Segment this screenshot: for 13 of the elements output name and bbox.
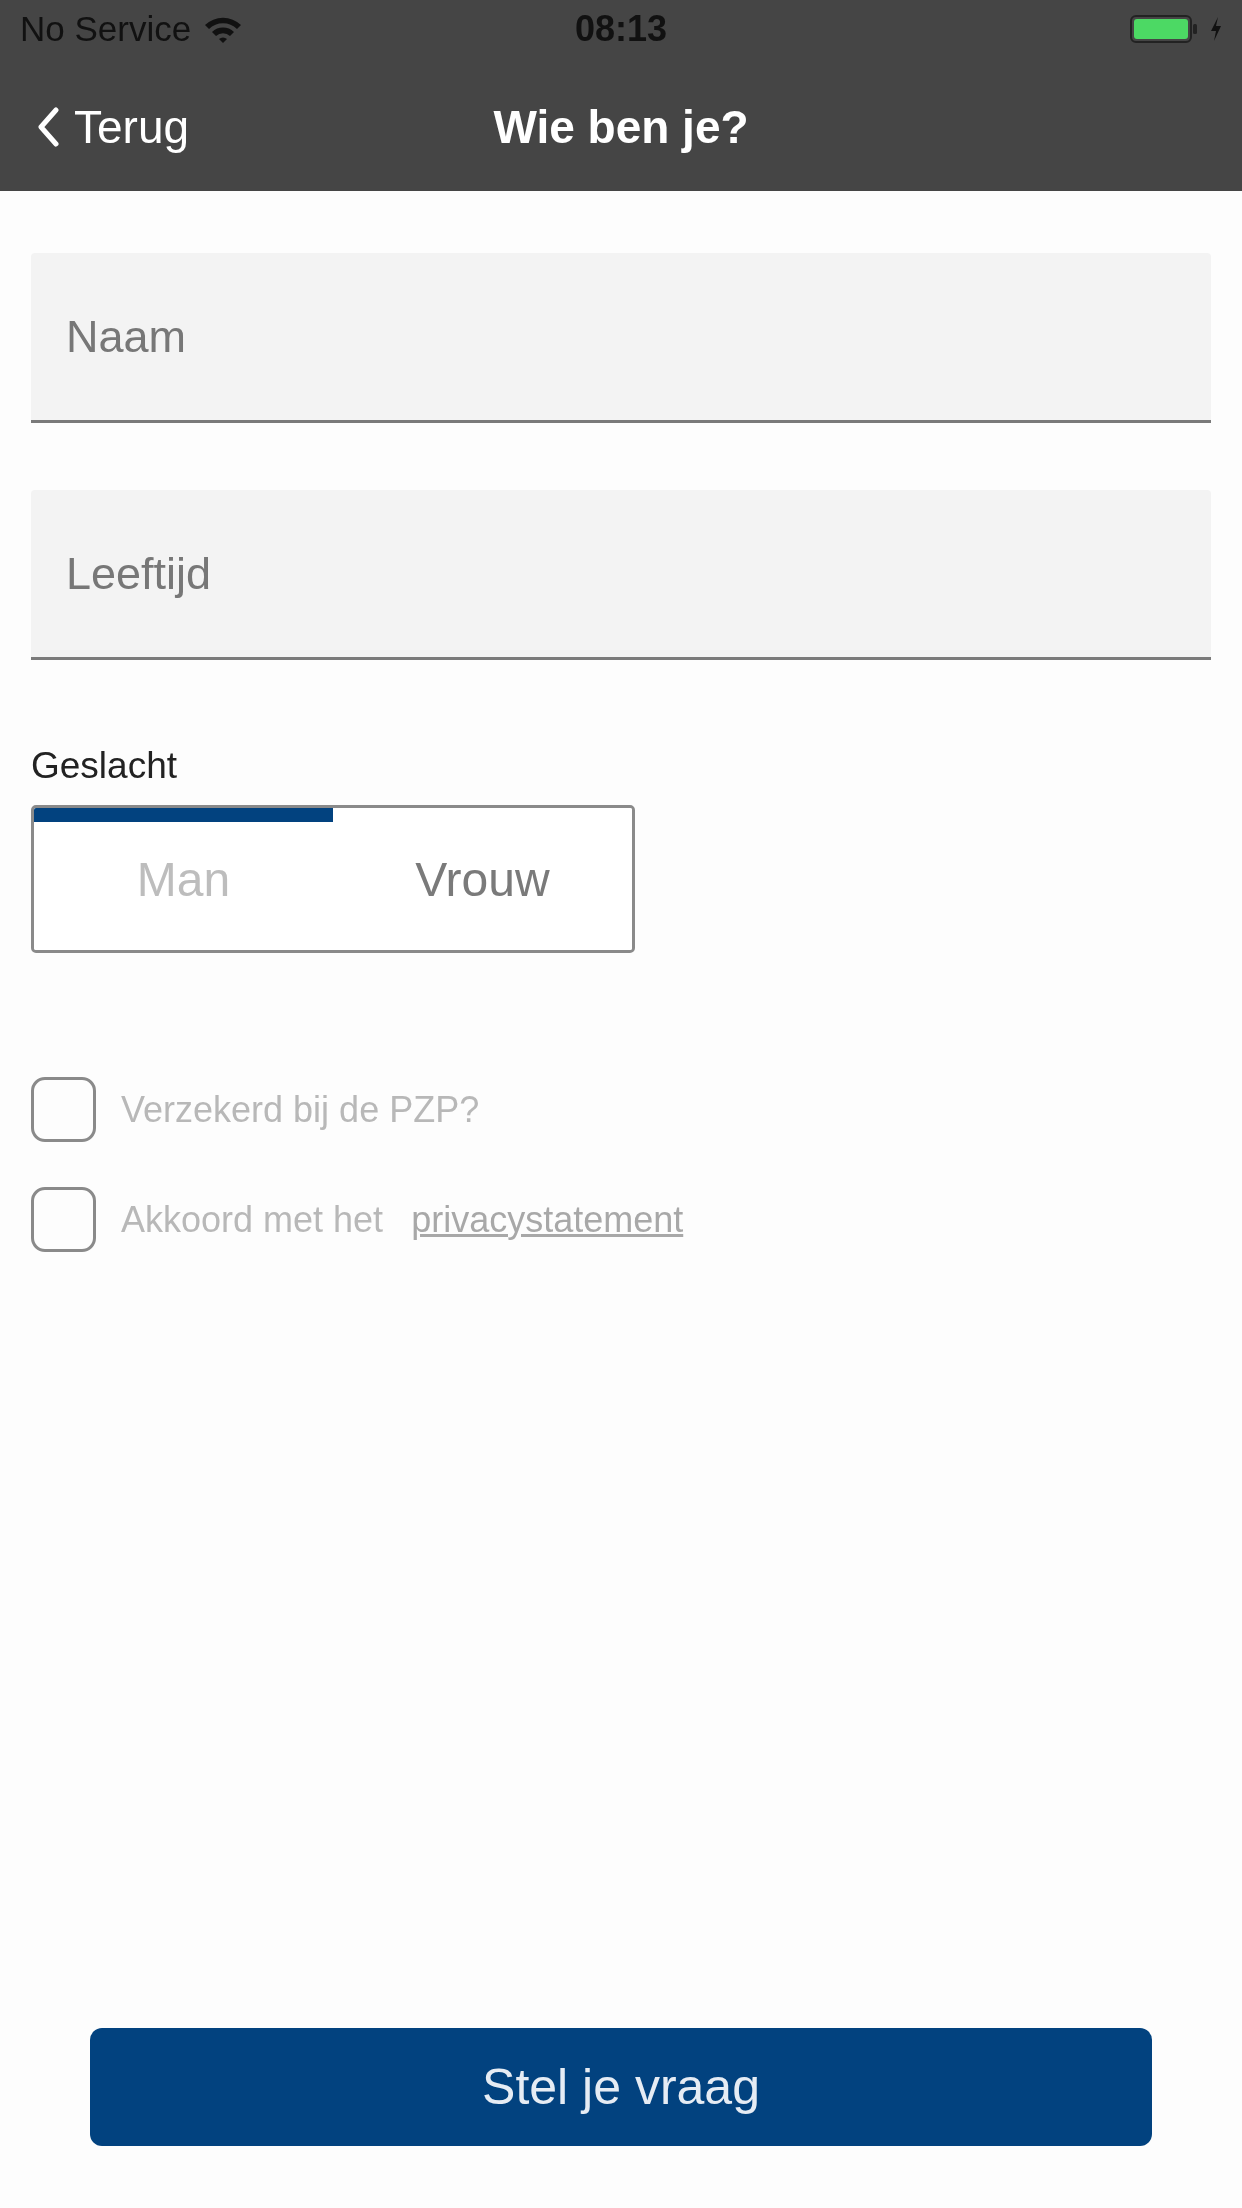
input-field[interactable]: Leeftijd bbox=[31, 490, 1211, 660]
chevron-left-icon bbox=[36, 106, 60, 147]
submit-button[interactable]: Stel je vraag bbox=[90, 2028, 1152, 2146]
screen-title: Wie ben je? bbox=[493, 99, 749, 154]
checkbox-label: Verzekerd bij de PZP? bbox=[121, 1088, 480, 1131]
checkbox[interactable] bbox=[31, 1187, 96, 1252]
input-field[interactable]: Naam bbox=[31, 253, 1211, 423]
checkbox-label: Akkoord met het bbox=[121, 1198, 384, 1241]
checkbox[interactable] bbox=[31, 1077, 96, 1142]
privacy-link[interactable]: privacystatement bbox=[411, 1198, 684, 1241]
back-button[interactable]: Terug bbox=[30, 99, 196, 154]
battery-icon bbox=[1130, 15, 1198, 43]
gender-label: Geslacht bbox=[31, 745, 177, 787]
